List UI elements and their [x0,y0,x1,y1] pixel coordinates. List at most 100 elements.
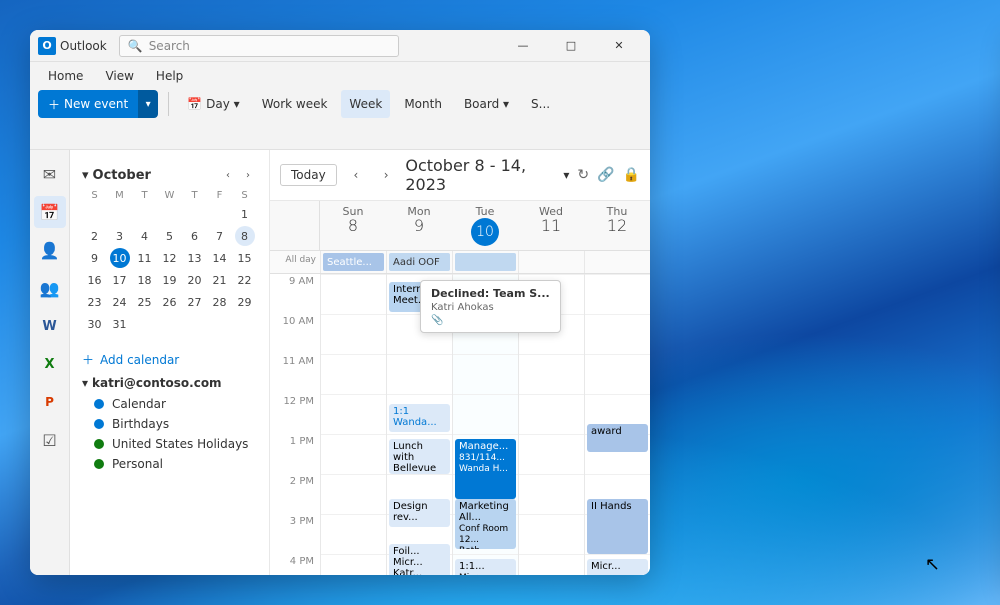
event-all-hands[interactable]: II Hands [587,499,648,554]
cal-group-header[interactable]: ▾ katri@contoso.com [70,372,269,394]
event-aadi-oof-cont[interactable] [455,253,516,271]
cal-day[interactable] [110,204,130,224]
cal-day-27[interactable]: 27 [185,292,205,312]
day-view-button[interactable]: 📅 Day ▾ [179,90,248,118]
cal-day-3[interactable]: 3 [110,226,130,246]
event-1on1-wanda[interactable]: 1:1 Wanda... [389,404,450,432]
event-micr-thu[interactable]: Micr... [587,559,648,575]
cal-day[interactable] [135,204,155,224]
cal-day-11[interactable]: 11 [135,248,155,268]
tab-view[interactable]: View [95,66,143,86]
maximize-button[interactable]: □ [548,30,594,62]
cal-day-10[interactable]: 10 [110,248,130,268]
new-event-dropdown[interactable]: ▾ [138,90,158,118]
board-button[interactable]: Board ▾ [456,90,517,118]
tab-help[interactable]: Help [146,66,193,86]
new-event-main[interactable]: ＋ New event [38,90,138,118]
cal-day-13[interactable]: 13 [185,248,205,268]
cal-day-28[interactable]: 28 [210,292,230,312]
cal-day[interactable] [135,314,155,334]
cal-day-6[interactable]: 6 [185,226,205,246]
cal-day-20[interactable]: 20 [185,270,205,290]
prev-week-button[interactable]: ‹ [345,163,367,187]
event-foil[interactable]: Foil...Micr...Katr... [389,544,450,575]
prev-month-button[interactable]: ‹ [219,166,237,184]
nav-groups[interactable]: 👥 [34,272,66,304]
work-week-button[interactable]: Work week [254,90,336,118]
cal-day-26[interactable]: 26 [160,292,180,312]
nav-contacts[interactable]: 👤 [34,234,66,266]
cal-day[interactable] [185,204,205,224]
cal-day[interactable] [210,204,230,224]
day-col-thu[interactable]: award II Hands Micr... [584,274,650,575]
event-award[interactable]: award [587,424,648,452]
cal-day-17[interactable]: 17 [110,270,130,290]
month-button[interactable]: Month [396,90,450,118]
cal-day[interactable] [185,314,205,334]
close-button[interactable]: ✕ [596,30,642,62]
collapse-icon[interactable]: ▾ [82,168,89,183]
next-month-button[interactable]: › [239,166,257,184]
cal-day-18[interactable]: 18 [135,270,155,290]
schedule-button[interactable]: S... [523,90,558,118]
add-calendar-button[interactable]: ＋ Add calendar [70,347,269,372]
nav-todo[interactable]: ☑ [34,424,66,456]
day-number[interactable]: 8 [322,218,384,234]
cal-item-birthdays[interactable]: Birthdays [70,414,269,434]
lock-icon[interactable]: 🔒 [623,167,640,183]
cal-day-16[interactable]: 16 [85,270,105,290]
week-button[interactable]: Week [341,90,390,118]
nav-mail[interactable]: ✉ [34,158,66,190]
today-button[interactable]: Today [280,164,337,186]
cal-day-24[interactable]: 24 [110,292,130,312]
cal-day-15[interactable]: 15 [235,248,255,268]
search-box[interactable]: 🔍 Search [119,35,399,57]
cal-day-9[interactable]: 9 [85,248,105,268]
cal-item-calendar[interactable]: Calendar [70,394,269,414]
day-number[interactable]: 11 [520,218,582,234]
chevron-down-icon[interactable]: ▾ [563,168,569,182]
cal-day-1[interactable]: 1 [235,204,255,224]
nav-word[interactable]: W [34,310,66,342]
day-number[interactable]: 9 [388,218,450,234]
nav-powerpoint[interactable]: P [34,386,66,418]
cal-day-2[interactable]: 2 [85,226,105,246]
cal-day-23[interactable]: 23 [85,292,105,312]
event-lunch-bellevue[interactable]: Lunch with Bellevue [389,439,450,474]
cal-day-22[interactable]: 22 [235,270,255,290]
cal-day-14[interactable]: 14 [210,248,230,268]
cal-day[interactable] [160,204,180,224]
cal-day-29[interactable]: 29 [235,292,255,312]
cal-item-personal[interactable]: Personal [70,454,269,474]
cal-day-4[interactable]: 4 [135,226,155,246]
nav-excel[interactable]: X [34,348,66,380]
day-col-sun[interactable] [320,274,386,575]
cal-day-5[interactable]: 5 [160,226,180,246]
cal-day-31[interactable]: 31 [110,314,130,334]
cal-day-7[interactable]: 7 [210,226,230,246]
sync-icon[interactable]: ↻ [577,167,589,183]
cal-day[interactable] [160,314,180,334]
cal-day-21[interactable]: 21 [210,270,230,290]
new-event-button[interactable]: ＋ New event ▾ [38,90,158,118]
nav-calendar[interactable]: 📅 [34,196,66,228]
cal-day[interactable] [85,204,105,224]
day-number[interactable]: 12 [586,218,648,234]
cal-day-30[interactable]: 30 [85,314,105,334]
next-week-button[interactable]: › [375,163,397,187]
cal-item-holidays[interactable]: United States Holidays [70,434,269,454]
cal-day-12[interactable]: 12 [160,248,180,268]
cal-day-19[interactable]: 19 [160,270,180,290]
link-icon[interactable]: 🔗 [597,167,614,183]
event-marketing-all[interactable]: Marketing All...Conf Room 12...Beth Davi… [455,499,516,549]
cal-day[interactable] [235,314,255,334]
declined-mini-popup[interactable]: Declined: Team S... Katri Ahokas 📎 [420,280,561,333]
cal-day-25[interactable]: 25 [135,292,155,312]
cal-day[interactable] [210,314,230,334]
tab-home[interactable]: Home [38,66,93,86]
event-aadi-oof[interactable]: Aadi OOF [389,253,450,271]
day-number-today[interactable]: 10 [471,218,499,246]
event-manage[interactable]: Manage...831/114...Wanda H... [455,439,516,499]
event-seattle[interactable]: Seattle... [323,253,384,271]
minimize-button[interactable]: — [500,30,546,62]
